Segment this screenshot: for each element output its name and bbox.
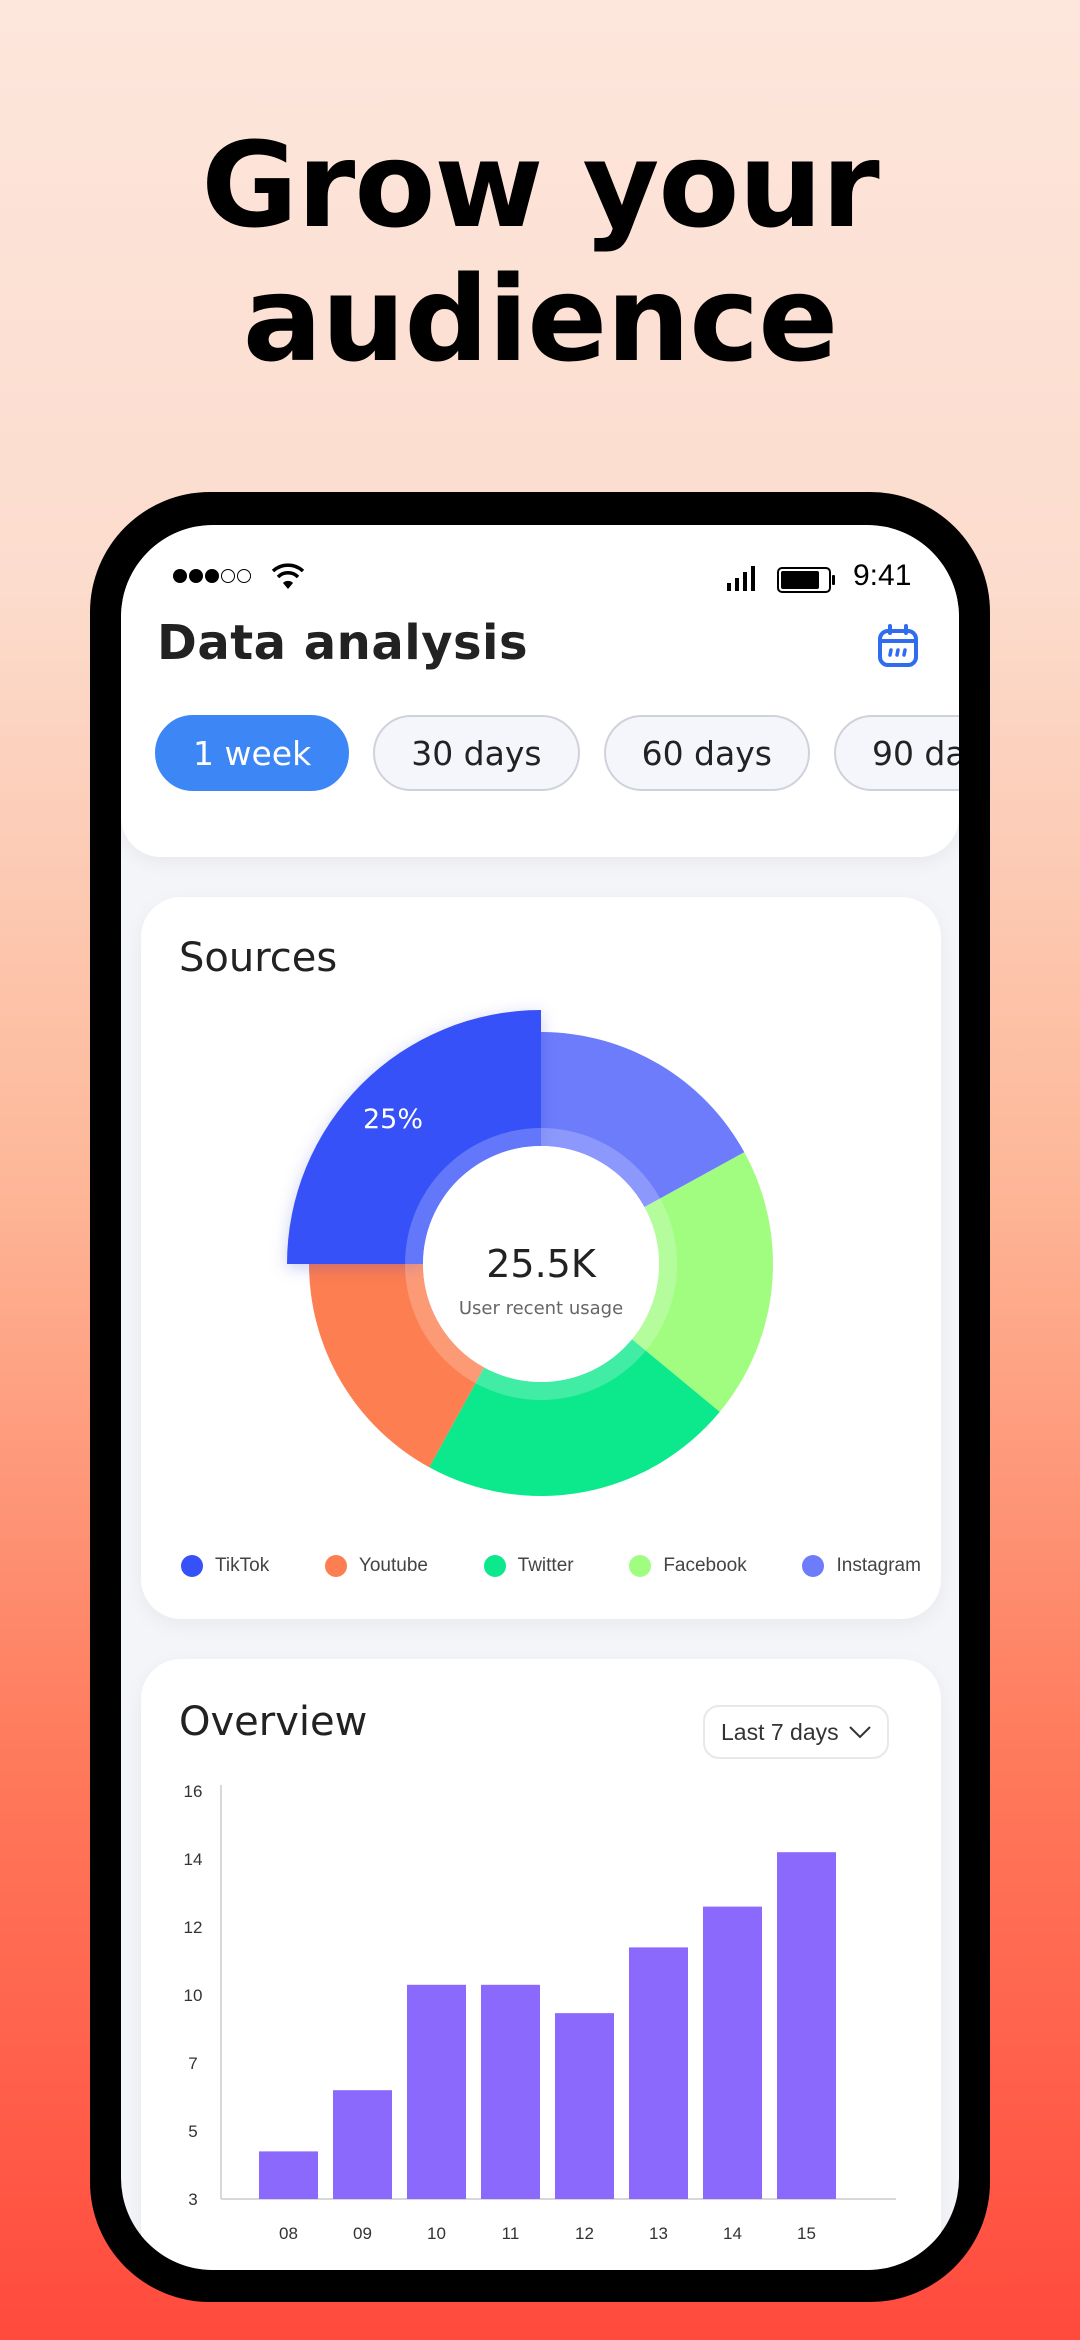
legend-swatch [324, 1555, 347, 1577]
phone-screen: 9:41 Data analysis 1 week 30 days 60 day… [121, 525, 959, 2270]
bar-12[interactable] [555, 2013, 614, 2199]
x-tick-label: 15 [797, 2224, 816, 2243]
legend-label: Facebook [663, 1555, 747, 1576]
wifi-icon [271, 563, 305, 589]
legend-label: TikTok [215, 1555, 270, 1576]
bar-09[interactable] [333, 2090, 392, 2199]
legend-swatch [483, 1555, 506, 1577]
tiktok-percent-label: 25% [363, 1104, 423, 1135]
bar-08[interactable] [259, 2151, 318, 2199]
y-tick-label: 14 [184, 1850, 203, 1869]
x-tick-label: 14 [723, 2224, 742, 2243]
y-tick-label: 3 [188, 2190, 197, 2209]
battery-icon [777, 567, 835, 593]
legend-item-youtube: Youtube [324, 1555, 428, 1577]
y-tick-label: 5 [188, 2122, 197, 2141]
chip-1-week[interactable]: 1 week [155, 715, 350, 791]
overview-bar-chart: 3 5 7 10 12 14 16 08 09 10 11 12 13 14 15 [184, 1782, 896, 2243]
bar-15[interactable] [777, 1852, 836, 2199]
sources-donut-chart: 25.5K User recent usage 25% [287, 1010, 773, 1496]
legend-label: Twitter [517, 1555, 574, 1576]
legend-item-facebook: Facebook [629, 1555, 747, 1577]
bar-13[interactable] [629, 1947, 688, 2199]
legend-item-twitter: Twitter [483, 1555, 574, 1577]
y-tick-label: 10 [184, 1986, 203, 2005]
x-tick-label: 12 [575, 2224, 594, 2243]
legend-swatch [629, 1555, 652, 1577]
x-tick-label: 10 [427, 2224, 446, 2243]
headline-line-1: Grow your [201, 116, 879, 254]
legend-item-instagram: Instagram [802, 1555, 921, 1577]
page-title: Data analysis [157, 615, 529, 671]
donut-center-label: User recent usage [459, 1298, 623, 1319]
y-tick-label: 7 [188, 2054, 197, 2073]
chip-60-days[interactable]: 60 days [603, 715, 810, 791]
calendar-icon[interactable] [875, 623, 921, 669]
header-card: 9:41 Data analysis 1 week 30 days 60 day… [121, 525, 959, 857]
donut-center-value: 25.5K [486, 1242, 597, 1286]
sources-card: Sources 25.5K User recent usage 25% TikT… [141, 897, 941, 1619]
legend-swatch [802, 1555, 825, 1577]
legend-label: Instagram [836, 1555, 921, 1576]
x-tick-label: 13 [649, 2224, 668, 2243]
sources-legend: TikTok Youtube Twitter Facebook Instagram [181, 1555, 921, 1577]
y-tick-label: 12 [184, 1918, 203, 1937]
cellular-icon [727, 566, 755, 591]
x-tick-label: 09 [353, 2224, 372, 2243]
chip-90-days[interactable]: 90 days [833, 715, 959, 791]
carrier-signal-icon [173, 569, 251, 583]
legend-label: Youtube [358, 1555, 428, 1576]
headline-line-2: audience [242, 250, 839, 388]
status-bar: 9:41 [121, 545, 959, 605]
headline: Grow your audience [0, 118, 1080, 386]
x-tick-label: 11 [502, 2224, 520, 2243]
legend-item-tiktok: TikTok [181, 1555, 269, 1577]
bar-14[interactable] [703, 1906, 762, 2199]
y-tick-label: 16 [184, 1782, 203, 1801]
bar-11[interactable] [481, 1984, 540, 2199]
overview-card: Overview Last 7 days 3 5 7 10 12 14 16 08 09 10 11… [141, 1659, 941, 2270]
status-time: 9:41 [853, 559, 912, 592]
period-chips: 1 week 30 days 60 days 90 days [155, 715, 959, 791]
x-tick-label: 08 [279, 2224, 298, 2243]
chip-30-days[interactable]: 30 days [373, 715, 580, 791]
legend-swatch [181, 1555, 203, 1577]
bar-10[interactable] [407, 1984, 466, 2199]
